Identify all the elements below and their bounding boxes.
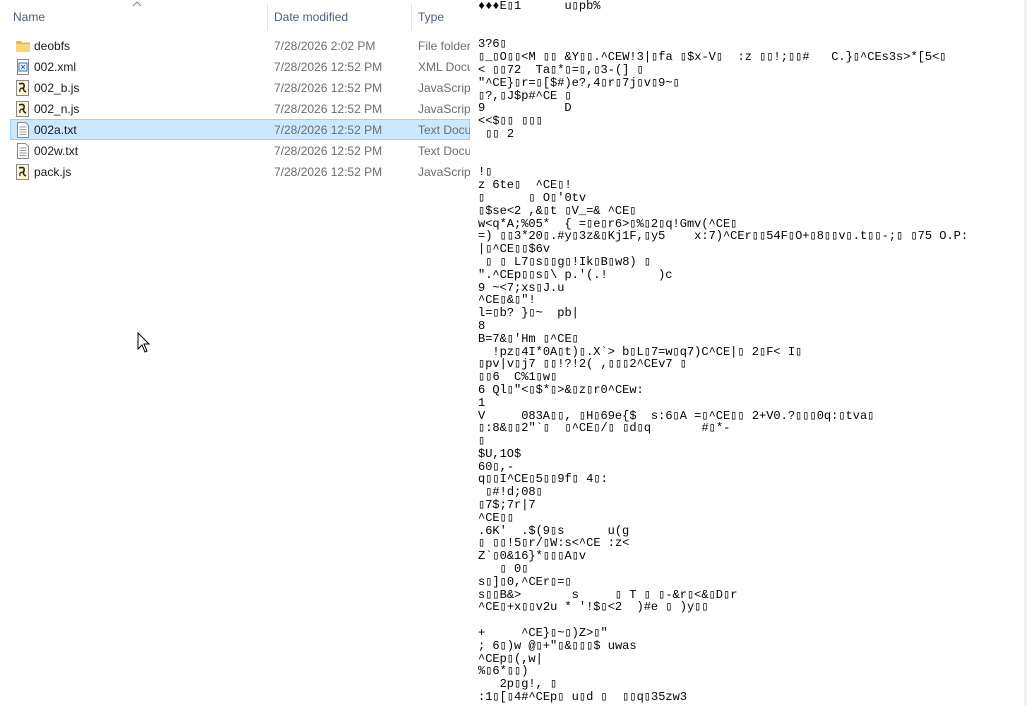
- file-name: 002_n.js: [34, 102, 80, 116]
- file-type: JavaScript File: [418, 165, 470, 179]
- file-row[interactable]: 002a.txt 7/28/2026 12:52 PM Text Document: [10, 119, 470, 140]
- column-header-bar: Name Date modified Type: [0, 0, 470, 33]
- file-name: 002.xml: [34, 60, 77, 74]
- file-date-modified: 7/28/2026 12:52 PM: [274, 81, 383, 95]
- file-row[interactable]: 002_n.js 7/28/2026 12:52 PM JavaScript Fil…: [10, 98, 470, 119]
- content-line: :1▯[▯4#^CEp▯ u▯d ▯ ▯▯q▯35zw3: [478, 690, 688, 704]
- file-date-modified: 7/28/2026 12:52 PM: [274, 165, 383, 179]
- file-row[interactable]: 002.xml 7/28/2026 12:52 PM XML Document: [10, 56, 470, 77]
- file-type: JavaScript File: [418, 102, 470, 116]
- txt-file-icon: [15, 143, 31, 159]
- file-row[interactable]: pack.js 7/28/2026 12:52 PM JavaScript File: [10, 161, 470, 182]
- file-type: Text Document: [418, 144, 470, 158]
- xml-file-icon: [15, 59, 31, 75]
- content-line: l=▯b? }▯~ pb|: [478, 306, 579, 321]
- content-line: ▯▯ 2: [478, 126, 515, 141]
- content-line: ♦♦♦E▯1 u▯pb%: [478, 0, 601, 13]
- file-content-text[interactable]: ♦♦♦E▯1 u▯pb% 3?6▯ ▯_▯O▯▯<M ▯▯ &Y▯▯.^CEW!…: [478, 0, 1023, 704]
- file-date-modified: 7/28/2026 12:52 PM: [274, 102, 383, 116]
- text-viewer-pane[interactable]: ♦♦♦E▯1 u▯pb% 3?6▯ ▯_▯O▯▯<M ▯▯ &Y▯▯.^CEW!…: [470, 0, 1027, 706]
- file-type: JavaScript File: [418, 81, 470, 95]
- file-name: 002w.txt: [34, 144, 79, 158]
- column-divider[interactable]: [267, 4, 268, 30]
- sort-ascending-icon: [132, 1, 142, 7]
- js-file-icon: [15, 164, 31, 180]
- file-date-modified: 7/28/2026 12:52 PM: [274, 144, 383, 158]
- file-date-modified: 7/28/2026 12:52 PM: [274, 123, 383, 137]
- column-header-name[interactable]: Name: [13, 9, 45, 25]
- js-file-icon: [15, 101, 31, 117]
- content-line: ▯:8&▯▯2"`▯ ▯^CE▯/▯ ▯d▯q #▯*-: [478, 421, 731, 436]
- folder-icon: [15, 38, 31, 54]
- file-name: 002_b.js: [34, 81, 80, 95]
- column-divider[interactable]: [411, 4, 412, 30]
- file-name: pack.js: [34, 165, 72, 179]
- mouse-cursor-icon: [137, 332, 151, 353]
- js-file-icon: [15, 80, 31, 96]
- file-type: Text Document: [418, 123, 470, 137]
- file-type: File folder: [418, 39, 470, 53]
- content-line: =) ▯▯3*20▯.#y▯3z&▯Kj1F,▯y5 x:7)^CEr▯▯54F…: [478, 229, 969, 244]
- file-row[interactable]: deobfs 7/28/2026 2:02 PM File folder: [10, 35, 470, 56]
- file-row[interactable]: 002_b.js 7/28/2026 12:52 PM JavaScript Fil…: [10, 77, 470, 98]
- txt-file-icon: [15, 122, 31, 138]
- file-name: 002a.txt: [34, 123, 77, 137]
- file-row[interactable]: 002w.txt 7/28/2026 12:52 PM Text Document: [10, 140, 470, 161]
- column-header-type[interactable]: Type: [418, 9, 444, 25]
- column-header-date-modified[interactable]: Date modified: [274, 9, 348, 25]
- file-explorer-pane: Name Date modified Type deobfs 7/28/2026 …: [0, 0, 470, 706]
- file-type: XML Document: [418, 60, 470, 74]
- content-line: ^CE▯+x▯▯v2u * '!$▯<2 )#e ▯ )y▯▯: [478, 600, 709, 615]
- file-date-modified: 7/28/2026 12:52 PM: [274, 60, 383, 74]
- file-name: deobfs: [34, 39, 71, 53]
- file-date-modified: 7/28/2026 2:02 PM: [274, 39, 376, 53]
- content-line: 6 Ql▯"<▯$*▯>&▯z▯r0^CEw:: [478, 382, 644, 397]
